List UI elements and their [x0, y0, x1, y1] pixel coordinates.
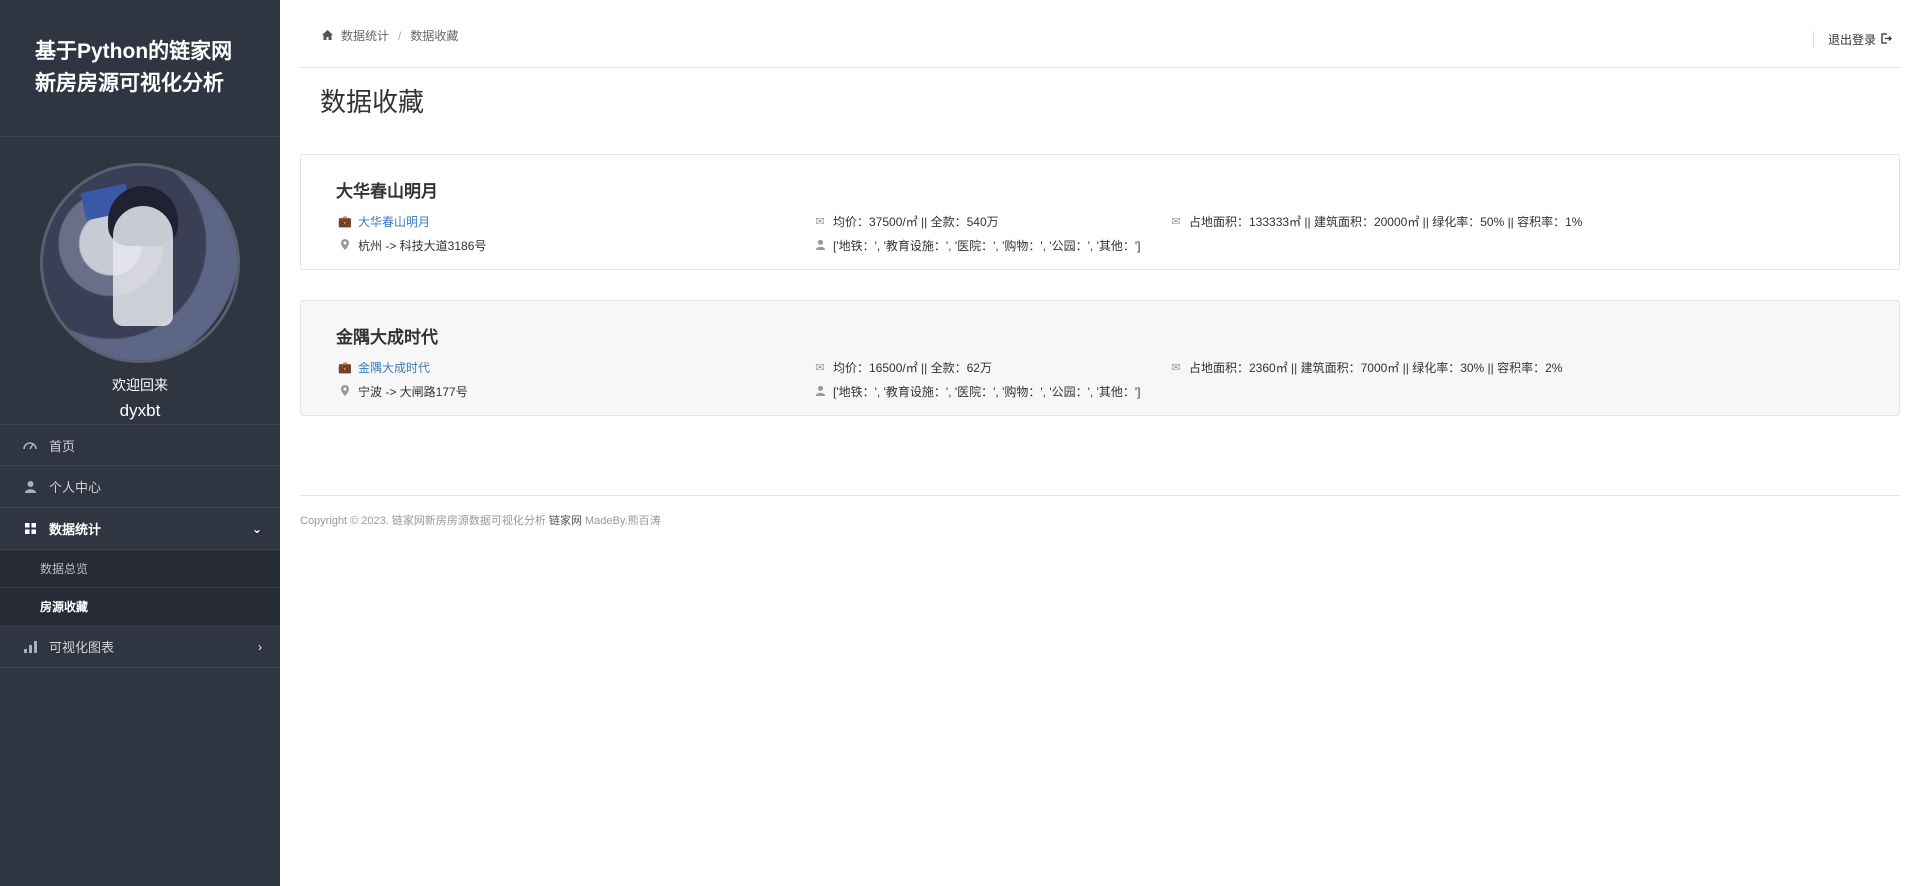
- card-location: 宁波 -> 大闸路177号: [358, 385, 468, 399]
- favorite-card: 金隅大成时代 💼 金隅大成时代 宁波 -> 大闸路177号 ✉ 均价：16500…: [300, 300, 1900, 416]
- card-tags-row: ['地铁：', '教育设施：', '医院：', '购物：', '公园：', '其…: [813, 237, 1141, 254]
- logout-button[interactable]: 退出登录: [1812, 31, 1892, 48]
- bar-chart-icon: [22, 639, 38, 655]
- user-icon: [813, 385, 827, 399]
- brand: 基于Python的链家网 新房房源可视化分析: [0, 0, 280, 137]
- footer: Copyright © 2023. 链家网新房房源数据可视化分析 链家网 Mad…: [300, 495, 1900, 528]
- chevron-down-icon: ⌄: [251, 521, 262, 536]
- sidebar-nav: 首页 个人中心 数据统计 ⌄ 数据总览 房源收藏 可视化图表 ›: [0, 424, 280, 668]
- avatar[interactable]: [40, 163, 240, 363]
- logout-icon: [1881, 32, 1892, 47]
- breadcrumb-root[interactable]: 数据统计: [341, 27, 389, 44]
- card-area-row: ✉ 占地面积：2360㎡ || 建筑面积：7000㎡ || 绿化率：30% ||…: [1169, 359, 1562, 376]
- main-content: 数据统计 / 数据收藏 退出登录 数据收藏 大华春山明月 💼 大华春山明月 杭州…: [280, 0, 1920, 886]
- sidebar-item-label: 数据统计: [49, 522, 102, 537]
- dashboard-icon: [22, 437, 38, 453]
- card-link-row: 💼 金隅大成时代: [338, 359, 430, 376]
- sidebar-item-home[interactable]: 首页: [0, 424, 280, 466]
- envelope-icon: ✉: [1171, 216, 1181, 228]
- card-tags: ['地铁：', '教育设施：', '医院：', '购物：', '公园：', '其…: [833, 239, 1141, 253]
- username: dyxbt: [119, 401, 161, 420]
- brand-title-line1: 基于Python的链家网: [35, 40, 233, 63]
- card-tags: ['地铁：', '教育设施：', '医院：', '购物：', '公园：', '其…: [833, 385, 1141, 399]
- card-price: 均价：37500/㎡ || 全款：540万: [833, 215, 999, 229]
- briefcase-icon: 💼: [338, 362, 352, 374]
- breadcrumb-separator: /: [398, 28, 402, 43]
- topbar: 数据统计 / 数据收藏 退出登录: [300, 0, 1900, 68]
- sidebar-item-personal[interactable]: 个人中心: [0, 466, 280, 508]
- card-location-row: 杭州 -> 科技大道3186号: [338, 237, 486, 254]
- sidebar-item-label: 首页: [49, 438, 76, 454]
- map-marker-icon: [338, 384, 352, 399]
- briefcase-icon: 💼: [338, 216, 352, 228]
- envelope-icon: ✉: [815, 216, 825, 228]
- favorite-card: 大华春山明月 💼 大华春山明月 杭州 -> 科技大道3186号 ✉ 均价：375…: [300, 154, 1900, 270]
- page-title: 数据收藏: [320, 87, 425, 117]
- map-marker-icon: [338, 238, 352, 253]
- user-icon: [813, 239, 827, 253]
- sidebar-item-label: 可视化图表: [49, 640, 115, 655]
- card-price-row: ✉ 均价：37500/㎡ || 全款：540万: [813, 213, 999, 230]
- card-title: 大华春山明月: [336, 182, 438, 201]
- card-location: 杭州 -> 科技大道3186号: [358, 239, 487, 253]
- brand-title-line2: 新房房源可视化分析: [35, 72, 224, 95]
- chevron-right-icon: ›: [258, 639, 262, 654]
- card-price-row: ✉ 均价：16500/㎡ || 全款：62万: [813, 359, 992, 376]
- logout-label: 退出登录: [1827, 33, 1876, 47]
- footer-suffix: MadeBy.熊百涛: [585, 515, 661, 527]
- home-icon[interactable]: [322, 29, 333, 43]
- card-price: 均价：16500/㎡ || 全款：62万: [833, 361, 992, 375]
- profile: 欢迎回来 dyxbt: [0, 137, 280, 424]
- envelope-icon: ✉: [1171, 362, 1181, 374]
- sidebar-subitem-overview[interactable]: 数据总览: [0, 550, 280, 588]
- user-icon: [22, 479, 38, 495]
- sidebar: 基于Python的链家网 新房房源可视化分析 欢迎回来 dyxbt 首页 个人中…: [0, 0, 280, 886]
- envelope-icon: ✉: [815, 362, 825, 374]
- sidebar-subnav: 数据总览 房源收藏: [0, 550, 280, 626]
- card-link-row: 💼 大华春山明月: [338, 213, 430, 230]
- card-location-row: 宁波 -> 大闸路177号: [338, 383, 468, 400]
- sidebar-item-charts[interactable]: 可视化图表 ›: [0, 626, 280, 668]
- breadcrumb: 数据统计 / 数据收藏: [322, 27, 458, 44]
- card-tags-row: ['地铁：', '教育设施：', '医院：', '购物：', '公园：', '其…: [813, 383, 1141, 400]
- card-area: 占地面积：133333㎡ || 建筑面积：20000㎡ || 绿化率：50% |…: [1189, 215, 1583, 229]
- card-link[interactable]: 金隅大成时代: [358, 359, 430, 376]
- grid-icon: [22, 521, 38, 537]
- card-area-row: ✉ 占地面积：133333㎡ || 建筑面积：20000㎡ || 绿化率：50%…: [1169, 213, 1582, 230]
- footer-site-link[interactable]: 链家网: [549, 515, 582, 527]
- sidebar-item-stats[interactable]: 数据统计 ⌄: [0, 508, 280, 550]
- sidebar-subitem-favorites[interactable]: 房源收藏: [0, 588, 280, 626]
- footer-prefix: Copyright © 2023. 链家网新房房源数据可视化分析: [300, 515, 546, 527]
- breadcrumb-current: 数据收藏: [410, 29, 459, 43]
- sidebar-item-label: 个人中心: [49, 480, 102, 495]
- card-area: 占地面积：2360㎡ || 建筑面积：7000㎡ || 绿化率：30% || 容…: [1189, 361, 1563, 375]
- welcome-text: 欢迎回来: [112, 377, 168, 393]
- card-link[interactable]: 大华春山明月: [358, 213, 430, 230]
- card-title: 金隅大成时代: [336, 328, 438, 347]
